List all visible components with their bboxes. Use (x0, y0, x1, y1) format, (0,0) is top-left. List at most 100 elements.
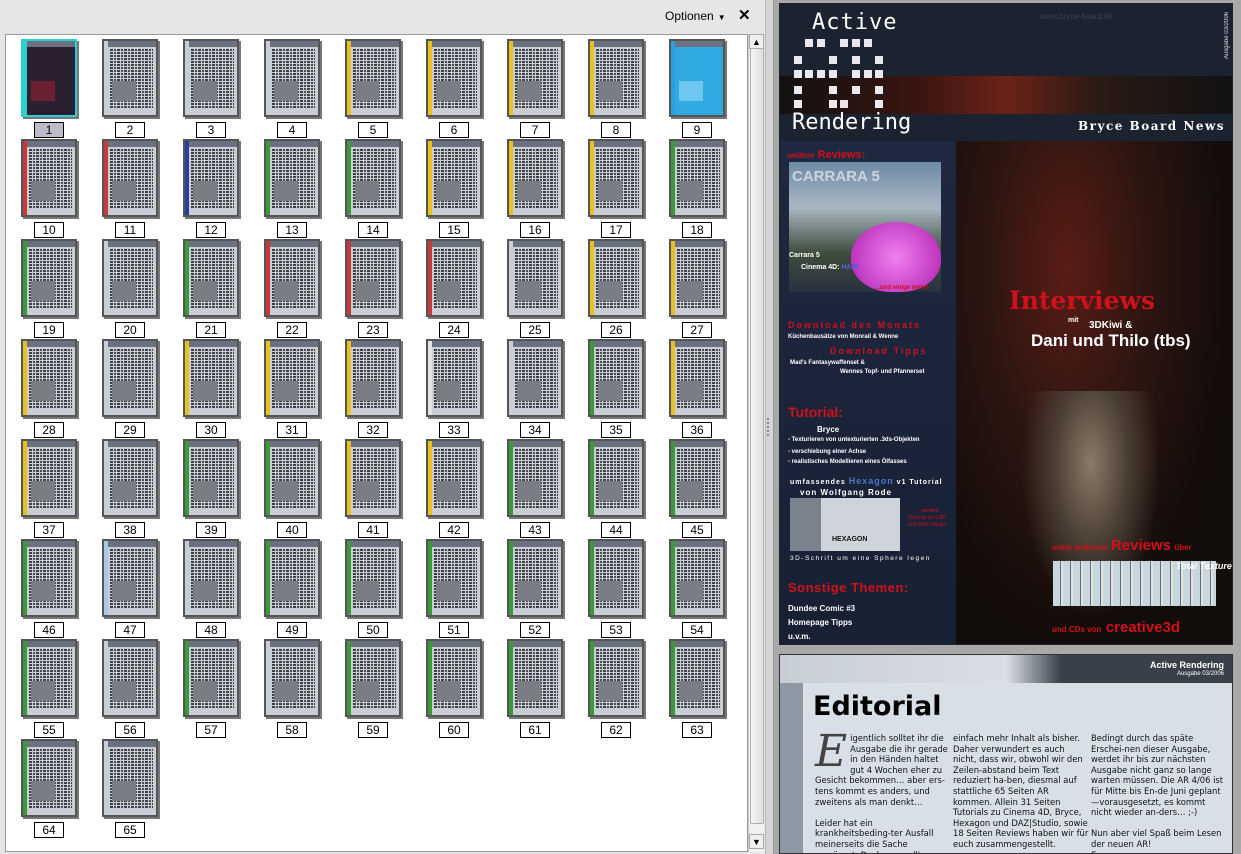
page-number-label[interactable]: 13 (277, 222, 307, 238)
page-number-label[interactable]: 55 (34, 722, 64, 738)
page-thumbnail[interactable] (264, 539, 320, 617)
page-thumbnail[interactable] (426, 639, 482, 717)
page-number-label[interactable]: 36 (682, 422, 712, 438)
page-number-label[interactable]: 60 (439, 722, 469, 738)
page-number-label[interactable]: 14 (358, 222, 388, 238)
options-menu-button[interactable]: Optionen ▼ (665, 9, 726, 23)
page-number-label[interactable]: 63 (682, 722, 712, 738)
page-number-label[interactable]: 15 (439, 222, 469, 238)
page-thumbnail[interactable] (426, 239, 482, 317)
page-thumbnail[interactable] (345, 639, 401, 717)
page-number-label[interactable]: 18 (682, 222, 712, 238)
page-number-label[interactable]: 10 (34, 222, 64, 238)
page-thumbnail[interactable] (669, 539, 725, 617)
page-number-label[interactable]: 2 (115, 122, 145, 138)
scroll-up-icon[interactable]: ▲ (749, 34, 764, 49)
page-thumbnail[interactable] (21, 339, 77, 417)
pane-splitter[interactable] (766, 0, 774, 854)
page-number-label[interactable]: 49 (277, 622, 307, 638)
page-thumbnail[interactable] (588, 539, 644, 617)
page-number-label[interactable]: 54 (682, 622, 712, 638)
page-number-label[interactable]: 31 (277, 422, 307, 438)
page-thumbnail[interactable] (183, 339, 239, 417)
page-thumbnail[interactable] (264, 139, 320, 217)
page-thumbnail[interactable] (669, 139, 725, 217)
page-thumbnail[interactable] (426, 339, 482, 417)
page-number-label[interactable]: 3 (196, 122, 226, 138)
page-thumbnail[interactable] (21, 139, 77, 217)
page-number-label[interactable]: 57 (196, 722, 226, 738)
scroll-down-icon[interactable]: ▼ (749, 834, 764, 849)
page-number-label[interactable]: 16 (520, 222, 550, 238)
page-number-label[interactable]: 4 (277, 122, 307, 138)
page-thumbnail[interactable] (588, 239, 644, 317)
page-thumbnail[interactable] (588, 339, 644, 417)
page-number-label[interactable]: 28 (34, 422, 64, 438)
page-thumbnail[interactable] (102, 639, 158, 717)
page-number-label[interactable]: 61 (520, 722, 550, 738)
page-number-label[interactable]: 59 (358, 722, 388, 738)
page-thumbnail[interactable] (264, 39, 320, 117)
page-thumbnail[interactable] (507, 539, 563, 617)
page-number-label[interactable]: 41 (358, 522, 388, 538)
page-thumbnail[interactable] (183, 239, 239, 317)
page-number-label[interactable]: 17 (601, 222, 631, 238)
page-thumbnail[interactable] (669, 39, 725, 117)
page-number-label[interactable]: 7 (520, 122, 550, 138)
page-thumbnail[interactable] (507, 239, 563, 317)
page-thumbnail[interactable] (21, 639, 77, 717)
page-number-label[interactable]: 6 (439, 122, 469, 138)
page-number-label[interactable]: 9 (682, 122, 712, 138)
page-thumbnail[interactable] (426, 39, 482, 117)
page-number-label[interactable]: 48 (196, 622, 226, 638)
page-number-label[interactable]: 22 (277, 322, 307, 338)
page-thumbnail[interactable] (426, 139, 482, 217)
page-thumbnail[interactable] (507, 339, 563, 417)
page-number-label[interactable]: 12 (196, 222, 226, 238)
page-number-label[interactable]: 51 (439, 622, 469, 638)
page-number-label[interactable]: 37 (34, 522, 64, 538)
page-thumbnail[interactable] (264, 239, 320, 317)
page-thumbnail[interactable] (183, 139, 239, 217)
page-thumbnail[interactable] (588, 39, 644, 117)
page-thumbnail[interactable] (426, 439, 482, 517)
page-thumbnail[interactable] (669, 439, 725, 517)
page-thumbnail[interactable] (264, 339, 320, 417)
page-number-label[interactable]: 47 (115, 622, 145, 638)
page-number-label[interactable]: 25 (520, 322, 550, 338)
page-thumbnail[interactable] (345, 539, 401, 617)
page-number-label[interactable]: 35 (601, 422, 631, 438)
page-thumbnail[interactable] (264, 439, 320, 517)
page-number-label[interactable]: 19 (34, 322, 64, 338)
page-number-label[interactable]: 43 (520, 522, 550, 538)
page-thumbnail[interactable] (507, 139, 563, 217)
page-number-label[interactable]: 44 (601, 522, 631, 538)
page-number-label[interactable]: 53 (601, 622, 631, 638)
page-number-label[interactable]: 45 (682, 522, 712, 538)
scrollbar-thumb[interactable] (750, 48, 764, 824)
page-thumbnail[interactable] (669, 339, 725, 417)
page-number-label[interactable]: 23 (358, 322, 388, 338)
page-thumbnail[interactable] (183, 639, 239, 717)
page-thumbnail[interactable] (507, 39, 563, 117)
thumbnail-scrollbar[interactable]: ▲ ▼ (748, 34, 764, 852)
page-number-label[interactable]: 46 (34, 622, 64, 638)
page-number-label[interactable]: 33 (439, 422, 469, 438)
page-number-label[interactable]: 42 (439, 522, 469, 538)
page-number-label[interactable]: 1 (34, 122, 64, 138)
page-thumbnail[interactable] (183, 39, 239, 117)
page-thumbnail[interactable] (183, 539, 239, 617)
page-number-label[interactable]: 65 (115, 822, 145, 838)
page-number-label[interactable]: 11 (115, 222, 145, 238)
page-thumbnail[interactable] (345, 439, 401, 517)
page-thumbnail[interactable] (102, 539, 158, 617)
page-number-label[interactable]: 32 (358, 422, 388, 438)
page-thumbnail[interactable] (21, 739, 77, 817)
page-number-label[interactable]: 40 (277, 522, 307, 538)
page-thumbnail[interactable] (21, 539, 77, 617)
page-number-label[interactable]: 50 (358, 622, 388, 638)
page-number-label[interactable]: 30 (196, 422, 226, 438)
page-thumbnail[interactable] (21, 239, 77, 317)
page-number-label[interactable]: 56 (115, 722, 145, 738)
page-number-label[interactable]: 39 (196, 522, 226, 538)
